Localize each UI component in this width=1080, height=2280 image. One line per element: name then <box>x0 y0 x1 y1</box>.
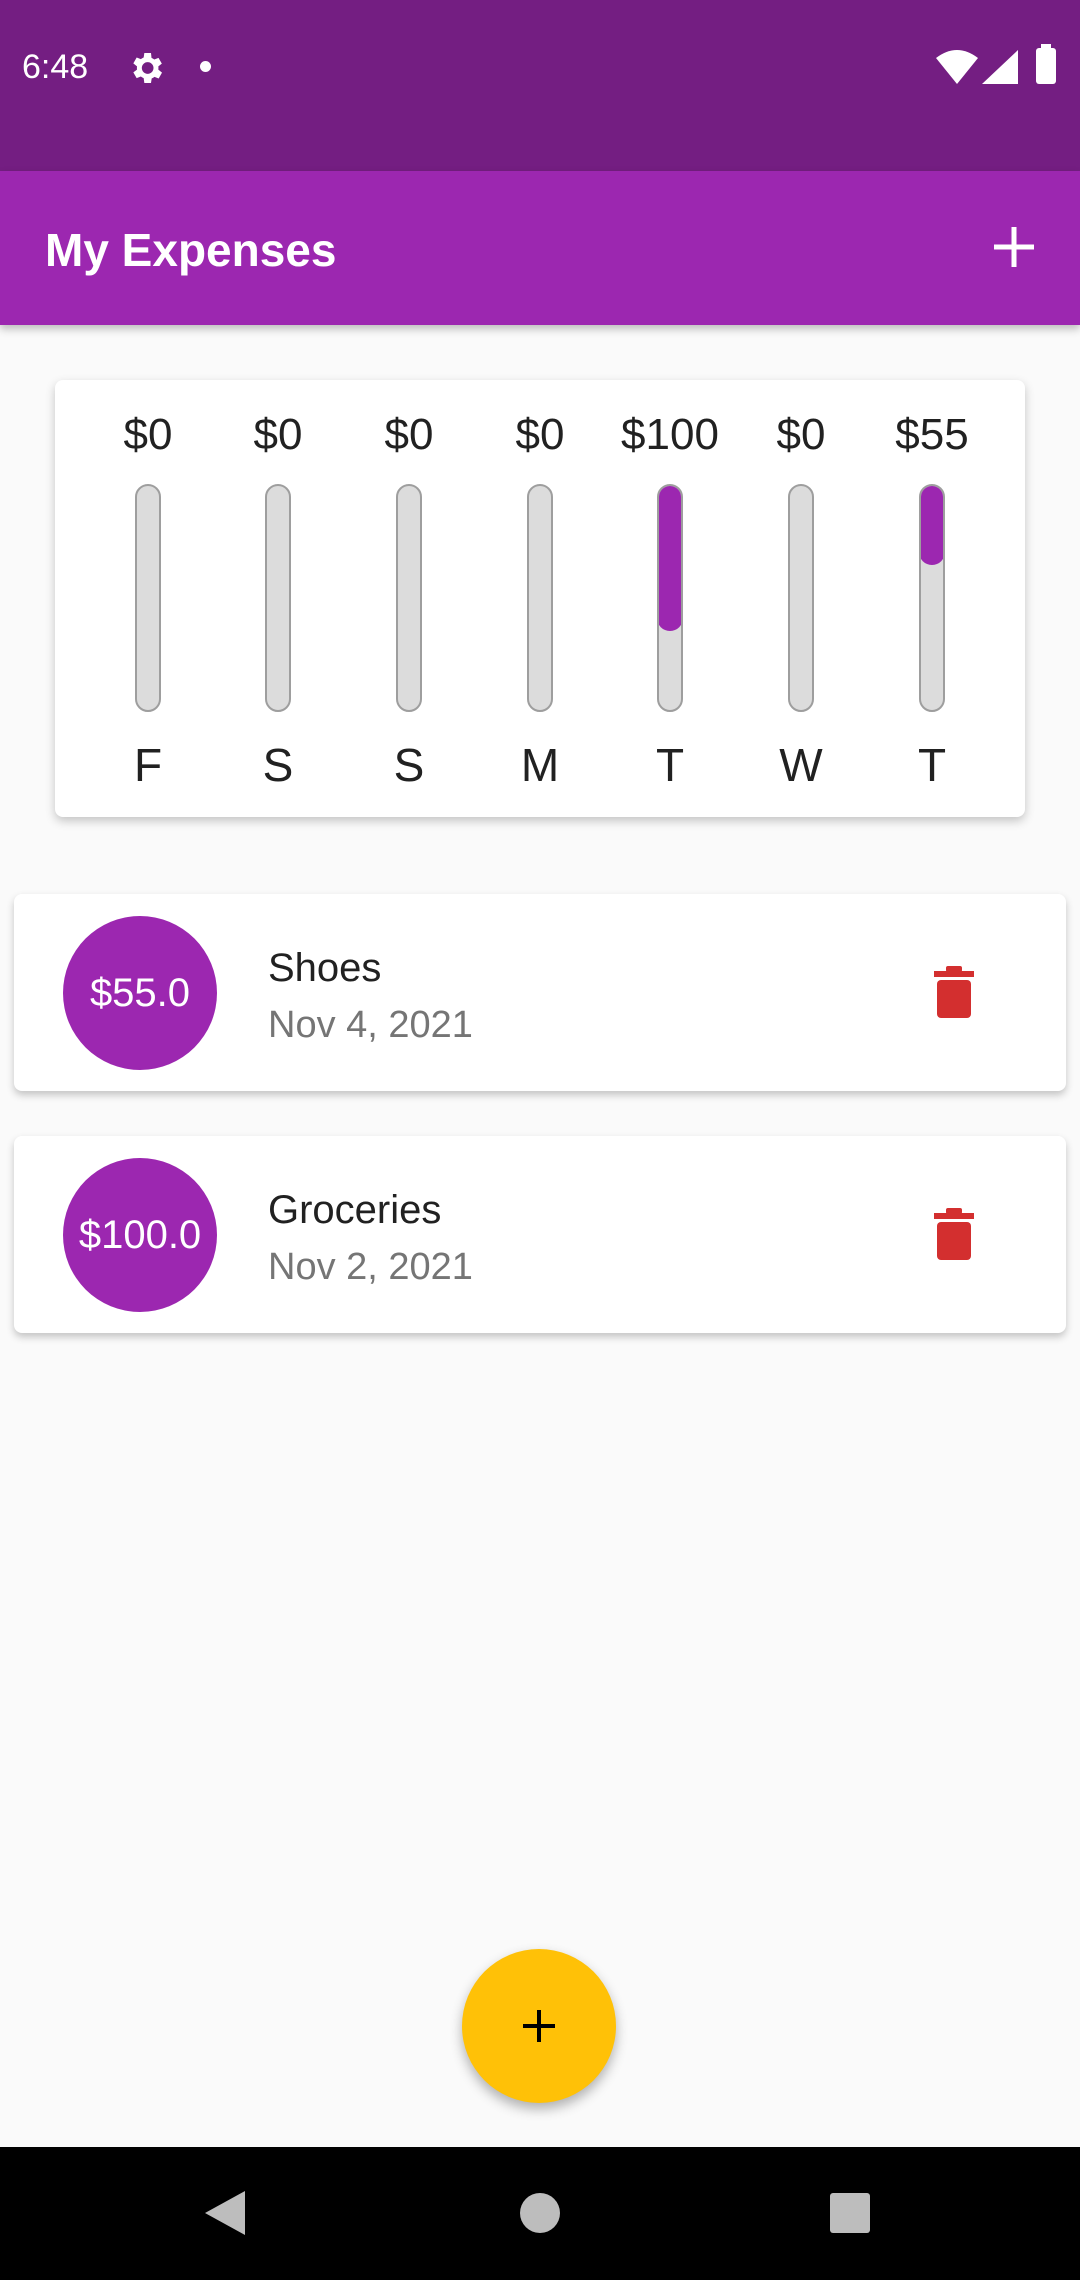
amount-badge: $100.0 <box>63 1158 217 1312</box>
plus-icon <box>523 2010 555 2042</box>
amount-badge: $55.0 <box>63 916 217 1070</box>
battery-icon <box>1036 44 1056 84</box>
bar-day-label: W <box>779 739 823 791</box>
bar-track <box>396 484 422 712</box>
back-icon[interactable] <box>203 2189 249 2237</box>
status-time: 6:48 <box>22 48 89 86</box>
delete-icon[interactable] <box>934 966 974 1018</box>
gear-icon <box>133 53 162 83</box>
transaction-title: Shoes <box>268 946 382 990</box>
bar-day-label: S <box>262 739 294 791</box>
bar-value-label: $55 <box>895 410 969 459</box>
app-bar: My Expenses <box>0 171 1080 325</box>
transaction-item: $55.0 Shoes Nov 4, 2021 <box>14 894 1066 1091</box>
chart-bar-column: $55 T <box>872 380 992 817</box>
transaction-item: $100.0 Groceries Nov 2, 2021 <box>14 1136 1066 1333</box>
transaction-date: Nov 4, 2021 <box>268 1004 473 1046</box>
page-title: My Expenses <box>45 224 337 276</box>
bar-fill <box>921 486 943 565</box>
bar-day-label: F <box>133 739 163 791</box>
wifi-icon <box>936 50 978 84</box>
bar-value-label: $0 <box>384 410 434 459</box>
chart-bar-column: $0 M <box>480 380 600 817</box>
bar-day-label: S <box>393 739 425 791</box>
bar-value-label: $0 <box>253 410 303 459</box>
bar-value-label: $0 <box>123 410 173 459</box>
chart-bar-column: $0 F <box>88 380 208 817</box>
add-expense-button[interactable] <box>990 223 1038 271</box>
transaction-title: Groceries <box>268 1188 442 1232</box>
signal-icon <box>982 50 1018 84</box>
chart-bar-column: $0 W <box>741 380 861 817</box>
bar-value-label: $100 <box>621 410 719 459</box>
bar-day-label: T <box>655 739 685 791</box>
bar-value-label: $0 <box>515 410 565 459</box>
bar-track <box>919 484 945 712</box>
transaction-date: Nov 2, 2021 <box>268 1246 473 1288</box>
bar-track <box>657 484 683 712</box>
bar-track <box>788 484 814 712</box>
chart-bar-column: $100 T <box>610 380 730 817</box>
weekly-chart-card: $0 F $0 S $0 S $0 M $100 T $0 W $55 T <box>55 380 1025 817</box>
delete-icon[interactable] <box>934 1208 974 1260</box>
status-bar: 6:48 <box>0 0 1080 171</box>
bar-fill <box>659 486 681 632</box>
add-expense-fab[interactable] <box>462 1949 616 2103</box>
bar-day-label: M <box>520 739 560 791</box>
bar-track <box>527 484 553 712</box>
notification-dot-icon <box>200 61 211 72</box>
navigation-bar <box>0 2147 1080 2280</box>
bar-track <box>265 484 291 712</box>
bar-day-label: T <box>917 739 947 791</box>
chart-bar-column: $0 S <box>349 380 469 817</box>
bar-track <box>135 484 161 712</box>
chart-bar-column: $0 S <box>218 380 338 817</box>
home-icon[interactable] <box>519 2189 561 2237</box>
recents-icon[interactable] <box>829 2189 871 2237</box>
bar-value-label: $0 <box>776 410 826 459</box>
